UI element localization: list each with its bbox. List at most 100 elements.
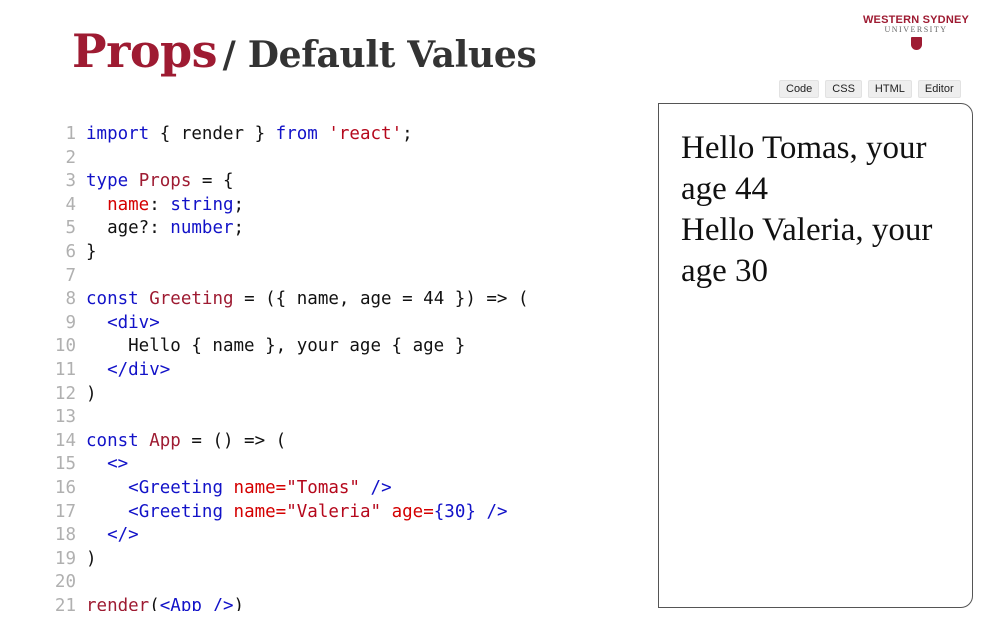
code-line: 10 Hello { name }, your age { age } bbox=[54, 335, 644, 359]
code-token: </> bbox=[107, 525, 139, 546]
code-line: 9 <div> bbox=[54, 312, 644, 336]
code-token: ; bbox=[233, 218, 245, 239]
code-token: "Valeria" bbox=[286, 501, 382, 522]
code-token: } bbox=[86, 241, 97, 262]
code-token: App bbox=[149, 430, 181, 451]
code-token: "Tomas" bbox=[286, 477, 360, 498]
code-token: { render } bbox=[149, 124, 276, 144]
line-number: 12 bbox=[54, 383, 76, 404]
code-text: <div> bbox=[86, 312, 160, 336]
line-number: 16 bbox=[54, 477, 76, 498]
code-line: 12) bbox=[54, 383, 644, 407]
code-line: 5 age?: number; bbox=[54, 217, 644, 241]
code-text: <> bbox=[86, 453, 128, 477]
logo-subname: UNIVERSITY bbox=[884, 25, 948, 34]
code-token: <> bbox=[107, 454, 129, 475]
code-token: ) bbox=[86, 383, 97, 404]
code-token: = { bbox=[191, 171, 234, 192]
code-token: from bbox=[275, 124, 318, 144]
code-text: name: string; bbox=[86, 194, 244, 218]
code-text: render(<App />) bbox=[86, 595, 244, 611]
tab-editor[interactable]: Editor bbox=[917, 80, 961, 98]
code-block: 1 import { render } from 'react'; 2 3 type P… bbox=[54, 123, 644, 611]
code-text: </div> bbox=[86, 359, 170, 383]
code-token: name= bbox=[233, 501, 287, 522]
code-text: type Props = { bbox=[86, 170, 234, 194]
tab-code[interactable]: Code bbox=[779, 80, 820, 98]
code-line: 4 name: string; bbox=[54, 194, 644, 218]
code-token: Hello { name }, your age { age } bbox=[86, 336, 466, 357]
code-token: import bbox=[86, 124, 150, 144]
preview-output: Hello Tomas, your age 44 Hello Valeria, … bbox=[659, 104, 972, 292]
code-token: <App /> bbox=[159, 595, 234, 611]
tab-css[interactable]: CSS bbox=[825, 80, 862, 98]
code-token: </div> bbox=[107, 359, 171, 380]
code-token: ; bbox=[402, 124, 413, 144]
code-token: {30} bbox=[433, 501, 476, 522]
line-number: 3 bbox=[65, 171, 76, 192]
code-token: age?: bbox=[86, 218, 171, 239]
tab-html[interactable]: HTML bbox=[867, 80, 912, 98]
code-text: ) bbox=[86, 383, 97, 407]
code-text: </> bbox=[86, 524, 139, 548]
code-token: number bbox=[170, 218, 234, 239]
line-number: 10 bbox=[54, 336, 76, 357]
code-token: Props bbox=[138, 171, 192, 192]
code-line: 8 const Greeting = ({ name, age = 44 }) =… bbox=[54, 288, 644, 312]
code-token: <Greeting bbox=[128, 501, 223, 522]
code-token: string bbox=[170, 194, 234, 215]
code-text: import { render } from 'react'; bbox=[86, 123, 413, 147]
title-sub: / Default Values bbox=[222, 34, 537, 76]
code-token: /> bbox=[486, 501, 508, 522]
code-token: ; bbox=[233, 194, 245, 215]
preview-line: Hello Tomas, your age 44 bbox=[681, 130, 927, 207]
code-token: /> bbox=[370, 477, 392, 498]
code-line: 20 bbox=[54, 571, 644, 595]
line-number: 19 bbox=[54, 548, 76, 569]
code-line: 21 render(<App />) bbox=[54, 595, 644, 611]
code-token: type bbox=[86, 171, 129, 192]
code-token: = ({ name, age = 44 }) => ( bbox=[233, 289, 529, 310]
line-number: 21 bbox=[54, 595, 76, 611]
code-line: 1 import { render } from 'react'; bbox=[54, 123, 644, 147]
line-number: 18 bbox=[54, 525, 76, 546]
code-token: 'react' bbox=[328, 124, 403, 144]
line-number: 13 bbox=[54, 407, 76, 428]
university-logo: WESTERN SYDNEY UNIVERSITY bbox=[852, 14, 980, 50]
title-main: Props bbox=[72, 24, 218, 78]
line-number: 9 bbox=[65, 312, 76, 333]
code-token: : bbox=[149, 194, 171, 215]
code-line: 13 bbox=[54, 406, 644, 430]
line-number: 20 bbox=[54, 572, 76, 593]
code-text: <Greeting name="Valeria" age={30} /> bbox=[86, 501, 508, 525]
code-token: name bbox=[107, 194, 150, 215]
code-line: 2 bbox=[54, 147, 644, 171]
line-number: 5 bbox=[65, 218, 76, 239]
code-token: Greeting bbox=[149, 289, 234, 310]
preview-line: Hello Valeria, your age 30 bbox=[681, 212, 933, 289]
code-text: } bbox=[86, 241, 97, 265]
code-token: age= bbox=[391, 501, 434, 522]
code-token: ( bbox=[149, 595, 160, 611]
code-line: 7 bbox=[54, 265, 644, 289]
code-text: Hello { name }, your age { age } bbox=[86, 335, 465, 359]
code-token: ) bbox=[233, 595, 245, 611]
code-token: name= bbox=[233, 477, 287, 498]
code-token: ) bbox=[86, 548, 97, 569]
code-token: <Greeting bbox=[128, 477, 223, 498]
code-token: const bbox=[86, 430, 139, 451]
code-token: render bbox=[86, 595, 150, 611]
code-line: 14 const App = () => ( bbox=[54, 430, 644, 454]
line-number: 17 bbox=[54, 501, 76, 522]
